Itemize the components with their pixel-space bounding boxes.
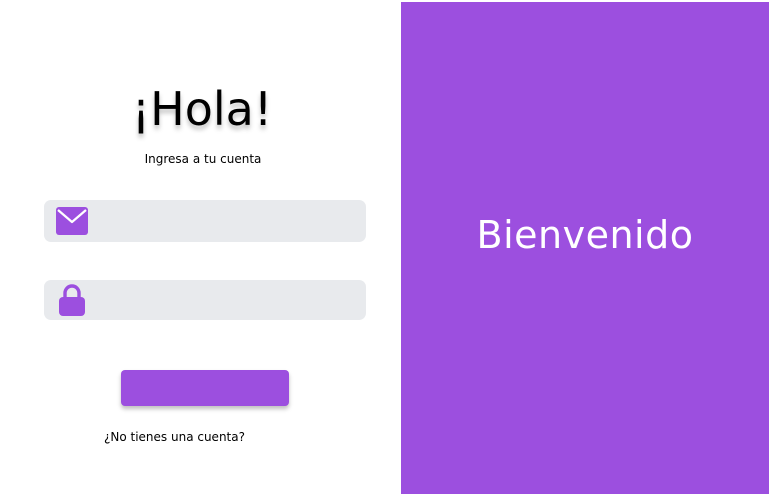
password-input[interactable] <box>87 280 366 320</box>
signup-link[interactable]: ¿No tienes una cuenta? <box>104 430 245 444</box>
login-panel: ¡Hola! Ingresa a tu cuenta ¿No tienes un… <box>0 0 400 495</box>
page-title: ¡Hola! <box>131 82 273 136</box>
welcome-panel: Bienvenido <box>401 2 769 494</box>
login-button[interactable] <box>121 370 289 406</box>
mail-icon <box>55 205 89 237</box>
password-field[interactable] <box>44 280 366 320</box>
page-subtitle: Ingresa a tu cuenta <box>144 152 262 166</box>
lock-icon <box>57 283 87 317</box>
email-input[interactable] <box>89 200 366 242</box>
login-page: ¡Hola! Ingresa a tu cuenta ¿No tienes un… <box>0 0 770 495</box>
email-field[interactable] <box>44 200 366 242</box>
welcome-text: Bienvenido <box>476 213 694 257</box>
